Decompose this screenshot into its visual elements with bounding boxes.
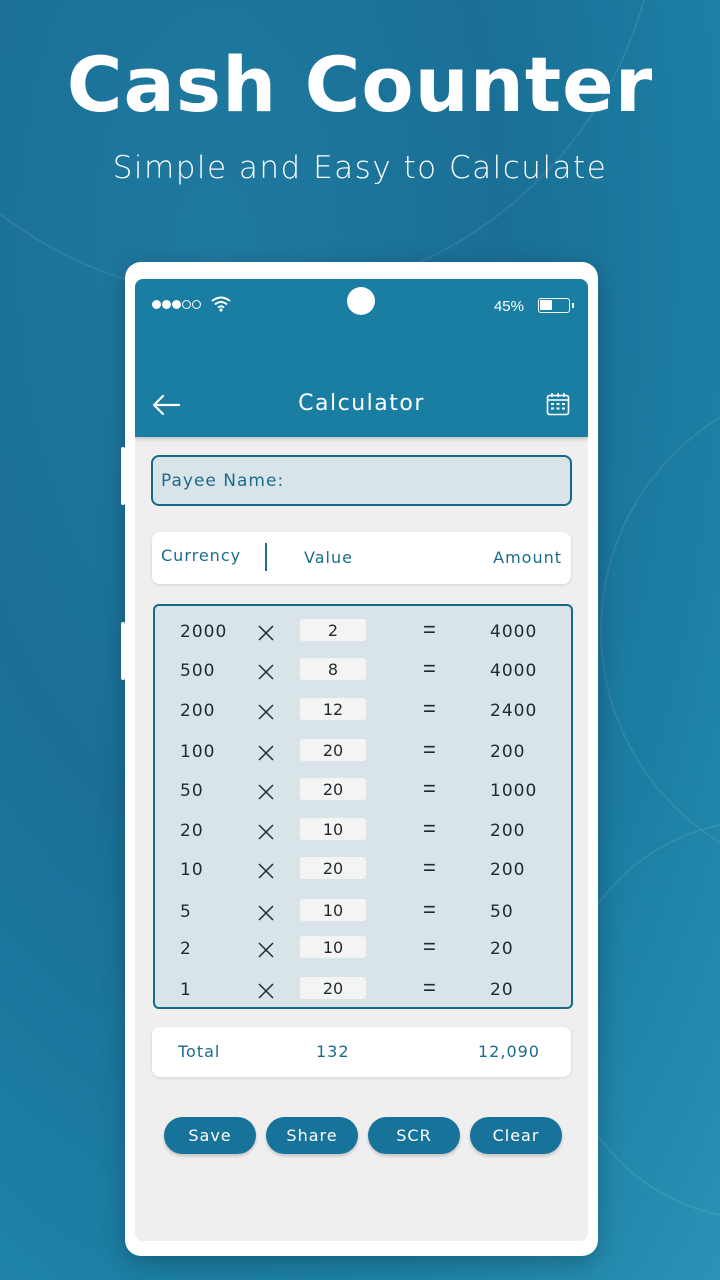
clear-button[interactable]: Clear — [470, 1117, 562, 1154]
denomination-table: 2000 = 4000 500 = 4000 200 = 2400 100 = 200 50 = 1000 2… — [153, 604, 573, 1009]
calendar-icon[interactable] — [546, 392, 570, 416]
front-camera — [347, 287, 375, 315]
row-amount: 20 — [490, 980, 514, 1000]
denomination-row: 5 = 50 — [155, 894, 571, 930]
denomination-row: 200 = 2400 — [155, 693, 571, 729]
screen-title: Calculator — [298, 391, 425, 416]
quantity-input[interactable] — [300, 739, 366, 761]
battery-level — [540, 300, 553, 310]
column-header-amount: Amount — [493, 548, 562, 567]
denomination-value: 20 — [180, 821, 204, 841]
row-amount: 200 — [490, 860, 526, 880]
quantity-input[interactable] — [300, 698, 366, 720]
quantity-input[interactable] — [300, 818, 366, 840]
equals-sign: = — [423, 737, 436, 762]
payee-name-input[interactable] — [284, 457, 570, 504]
denomination-row: 100 = 200 — [155, 734, 571, 770]
multiply-icon — [258, 745, 274, 761]
denomination-value: 100 — [180, 742, 216, 762]
multiply-icon — [258, 863, 274, 879]
quantity-input[interactable] — [300, 936, 366, 958]
total-count: 132 — [316, 1042, 350, 1061]
multiply-icon — [258, 824, 274, 840]
denomination-value: 50 — [180, 781, 204, 801]
row-amount: 200 — [490, 821, 526, 841]
equals-sign: = — [423, 776, 436, 801]
signal-dot — [162, 300, 171, 309]
quantity-input[interactable] — [300, 619, 366, 641]
row-amount: 4000 — [490, 622, 538, 642]
background-decoration — [600, 380, 720, 880]
signal-strength-icon — [152, 300, 201, 309]
phone-frame: 45% Calculator Payee Name: Currency Valu… — [121, 262, 598, 1256]
denomination-value: 500 — [180, 661, 216, 681]
total-label: Total — [178, 1042, 221, 1061]
payee-name-field[interactable]: Payee Name: — [151, 455, 572, 506]
quantity-input[interactable] — [300, 899, 366, 921]
equals-sign: = — [423, 617, 436, 642]
scr-button[interactable]: SCR — [368, 1117, 460, 1154]
battery-percent: 45% — [493, 298, 524, 315]
multiply-icon — [258, 942, 274, 958]
denomination-row: 1 = 20 — [155, 972, 571, 1008]
denomination-row: 10 = 200 — [155, 852, 571, 888]
hero-subtitle: Simple and Easy to Calculate — [112, 150, 608, 186]
row-amount: 200 — [490, 742, 526, 762]
app-screen: 45% Calculator Payee Name: Currency Valu… — [135, 279, 588, 1241]
phone-side-button — [121, 447, 125, 505]
quantity-input[interactable] — [300, 857, 366, 879]
denomination-value: 200 — [180, 701, 216, 721]
signal-dot — [192, 300, 201, 309]
denomination-row: 2 = 20 — [155, 931, 571, 967]
signal-dot — [152, 300, 161, 309]
multiply-icon — [258, 664, 274, 680]
denomination-value: 2000 — [180, 622, 228, 642]
signal-dot — [182, 300, 191, 309]
action-buttons: Save Share SCR Clear — [164, 1117, 562, 1154]
hero-title: Cash Counter — [66, 40, 654, 129]
equals-sign: = — [423, 855, 436, 880]
equals-sign: = — [423, 897, 436, 922]
row-amount: 4000 — [490, 661, 538, 681]
row-amount: 2400 — [490, 701, 538, 721]
multiply-icon — [258, 905, 274, 921]
column-header-value: Value — [304, 548, 353, 567]
quantity-input[interactable] — [300, 977, 366, 999]
denomination-row: 2000 = 4000 — [155, 614, 571, 650]
row-amount: 1000 — [490, 781, 538, 801]
app-bar: 45% Calculator — [135, 279, 588, 437]
column-header: Currency Value Amount — [152, 532, 571, 584]
wifi-icon — [211, 296, 231, 312]
quantity-input[interactable] — [300, 778, 366, 800]
signal-dot — [172, 300, 181, 309]
equals-sign: = — [423, 975, 436, 1000]
denomination-value: 10 — [180, 860, 204, 880]
quantity-input[interactable] — [300, 658, 366, 680]
payee-name-label: Payee Name: — [161, 470, 285, 491]
denomination-row: 50 = 1000 — [155, 773, 571, 809]
denomination-value: 2 — [180, 939, 192, 959]
battery-icon — [538, 298, 574, 313]
column-divider — [265, 543, 267, 571]
total-row: Total 132 12,090 — [152, 1027, 571, 1077]
row-amount: 20 — [490, 939, 514, 959]
column-header-currency: Currency — [161, 546, 242, 565]
denomination-row: 20 = 200 — [155, 813, 571, 849]
equals-sign: = — [423, 696, 436, 721]
denomination-value: 1 — [180, 980, 192, 1000]
multiply-icon — [258, 784, 274, 800]
equals-sign: = — [423, 656, 436, 681]
equals-sign: = — [423, 816, 436, 841]
total-amount: 12,090 — [478, 1042, 540, 1061]
denomination-value: 5 — [180, 902, 192, 922]
share-button[interactable]: Share — [266, 1117, 358, 1154]
denomination-row: 500 = 4000 — [155, 653, 571, 689]
multiply-icon — [258, 983, 274, 999]
multiply-icon — [258, 625, 274, 641]
save-button[interactable]: Save — [164, 1117, 256, 1154]
row-amount: 50 — [490, 902, 514, 922]
phone-side-button — [121, 622, 125, 680]
equals-sign: = — [423, 934, 436, 959]
multiply-icon — [258, 704, 274, 720]
